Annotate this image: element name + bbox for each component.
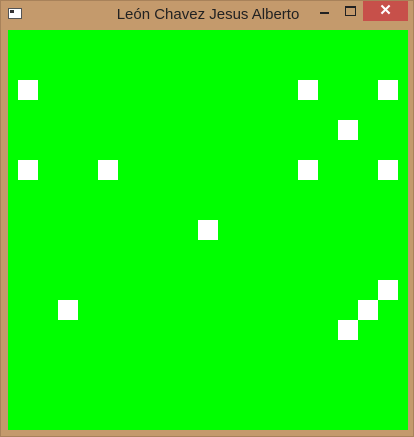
app-window: León Chavez Jesus Alberto ✕ xyxy=(0,0,414,437)
board-cell xyxy=(198,220,218,240)
board-cell xyxy=(18,160,38,180)
title-bar[interactable]: León Chavez Jesus Alberto ✕ xyxy=(1,1,413,29)
maximize-button[interactable] xyxy=(337,1,363,21)
board-cell xyxy=(378,80,398,100)
board-cell xyxy=(338,320,358,340)
board-cell xyxy=(298,80,318,100)
game-board[interactable] xyxy=(8,30,408,430)
board-cell xyxy=(98,160,118,180)
board-cell xyxy=(18,80,38,100)
board-cell xyxy=(378,280,398,300)
board-cell xyxy=(298,160,318,180)
board-cell xyxy=(358,300,378,320)
board-cell xyxy=(378,160,398,180)
close-button[interactable]: ✕ xyxy=(363,1,408,21)
board-cell xyxy=(58,300,78,320)
board-cell xyxy=(338,120,358,140)
app-icon[interactable] xyxy=(8,8,22,19)
minimize-button[interactable] xyxy=(311,1,337,21)
